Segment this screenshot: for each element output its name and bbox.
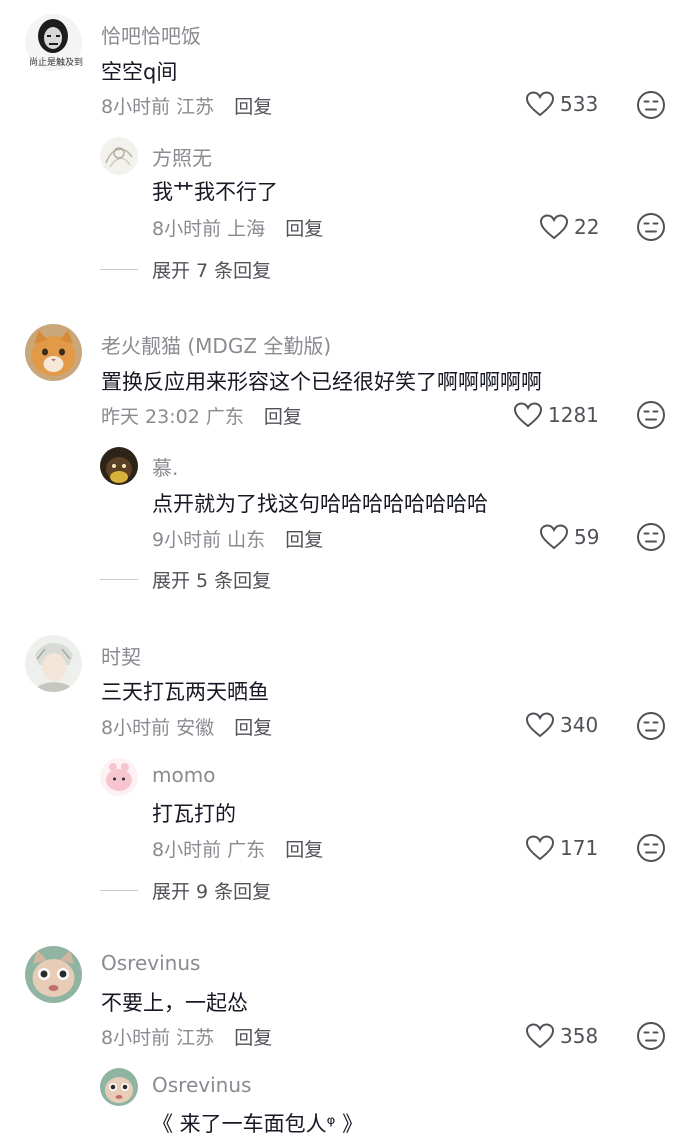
reply-button[interactable]: 回复 xyxy=(285,529,323,551)
comment-location: 山东 xyxy=(227,529,266,551)
reply-button[interactable]: 回复 xyxy=(234,1027,272,1049)
orange-cat-avatar[interactable] xyxy=(25,324,82,381)
pink-blob-avatar[interactable] xyxy=(100,758,138,796)
like-count: 533 xyxy=(560,92,599,116)
neutral-face-icon xyxy=(637,213,665,241)
heart-icon xyxy=(526,712,554,738)
comment-meta: 8小时前 广东 回复 xyxy=(152,835,323,862)
comment-meta: 昨天 23:02 广东 回复 xyxy=(101,402,302,429)
comment-text: 不要上，一起怂 xyxy=(101,991,248,1015)
comment-location: 江苏 xyxy=(176,96,215,118)
neutral-face-icon xyxy=(637,523,665,551)
comment-time: 8小时前 xyxy=(101,96,171,118)
username[interactable]: Osrevinus xyxy=(101,951,200,975)
expand-replies-button[interactable]: 展开 7 条回复 xyxy=(100,256,271,283)
neutral-face-icon xyxy=(637,712,665,740)
comment-meta: 8小时前 安徽 回复 xyxy=(101,713,272,740)
reply-button[interactable]: 回复 xyxy=(264,406,302,428)
comment-text: 空空q间 xyxy=(101,60,178,84)
comment-time: 9小时前 xyxy=(152,529,222,551)
dislike-button[interactable] xyxy=(636,833,666,863)
expand-replies-label: 展开 7 条回复 xyxy=(152,260,272,282)
comment-meta: 8小时前 江苏 回复 xyxy=(101,1023,272,1050)
reply-button[interactable]: 回复 xyxy=(234,96,272,118)
cartoon-cat-avatar[interactable] xyxy=(100,1068,138,1106)
divider-line xyxy=(100,890,138,891)
dark-creature-avatar[interactable] xyxy=(100,447,138,485)
username[interactable]: 老火靓猫 (MDGZ 全勤版) xyxy=(101,330,331,359)
expand-replies-button[interactable]: 展开 9 条回复 xyxy=(100,877,271,904)
like-button[interactable]: 1281 xyxy=(514,402,599,428)
like-count: 171 xyxy=(560,836,599,860)
like-count: 358 xyxy=(560,1024,599,1048)
dislike-button[interactable] xyxy=(636,1021,666,1051)
like-count: 340 xyxy=(560,713,599,737)
comment-location: 广东 xyxy=(227,839,266,861)
like-count: 1281 xyxy=(548,403,599,427)
divider-line xyxy=(100,579,138,580)
username[interactable]: 方照无 xyxy=(152,142,212,171)
comment-location: 广东 xyxy=(205,406,244,428)
like-button[interactable]: 59 xyxy=(540,524,599,550)
heart-icon xyxy=(514,402,542,428)
dislike-button[interactable] xyxy=(636,212,666,242)
anime-character-avatar[interactable] xyxy=(25,635,82,692)
like-button[interactable]: 533 xyxy=(526,91,598,117)
comment-time: 昨天 23:02 xyxy=(101,406,200,428)
dislike-button[interactable] xyxy=(636,400,666,430)
dislike-button[interactable] xyxy=(636,711,666,741)
comment-text: 三天打瓦两天晒鱼 xyxy=(101,680,269,704)
username[interactable]: 恰吧恰吧饭 xyxy=(101,20,201,49)
like-button[interactable]: 22 xyxy=(540,214,599,240)
comment-time: 8小时前 xyxy=(152,218,222,240)
neutral-face-icon xyxy=(637,91,665,119)
comment-location: 上海 xyxy=(227,218,266,240)
comment-text: 置换反应用来形容这个已经很好笑了啊啊啊啊啊 xyxy=(101,370,542,394)
comment-text: 点开就为了找这句哈哈哈哈哈哈哈哈 xyxy=(152,492,488,516)
comment-time: 8小时前 xyxy=(152,839,222,861)
username[interactable]: Osrevinus xyxy=(152,1073,251,1097)
comment-meta: 9小时前 山东 回复 xyxy=(152,525,323,552)
expand-replies-label: 展开 5 条回复 xyxy=(152,570,272,592)
expand-replies-label: 展开 9 条回复 xyxy=(152,881,272,903)
sketch-avatar[interactable] xyxy=(100,137,138,175)
comment-text: 打瓦打的 xyxy=(152,802,236,826)
like-count: 59 xyxy=(574,525,600,549)
dislike-button[interactable] xyxy=(636,90,666,120)
neutral-face-icon xyxy=(637,1022,665,1050)
cartoon-cat-avatar[interactable] xyxy=(25,946,82,1003)
like-count: 22 xyxy=(574,215,600,239)
reply-button[interactable]: 回复 xyxy=(234,717,272,739)
like-button[interactable]: 171 xyxy=(526,835,598,861)
comment-location: 安徽 xyxy=(176,717,215,739)
avatar-caption: 尚止是触及到 xyxy=(29,58,84,68)
heart-icon xyxy=(526,91,554,117)
comment-meta: 8小时前 江苏 回复 xyxy=(101,92,272,119)
reply-button[interactable]: 回复 xyxy=(285,839,323,861)
username[interactable]: 慕. xyxy=(152,452,178,481)
divider-line xyxy=(100,269,138,270)
dislike-button[interactable] xyxy=(636,522,666,552)
heart-icon xyxy=(540,214,568,240)
comment-meta: 8小时前 上海 回复 xyxy=(152,214,323,241)
comment-location: 江苏 xyxy=(176,1027,215,1049)
neutral-face-icon xyxy=(637,834,665,862)
heart-icon xyxy=(526,835,554,861)
expand-replies-button[interactable]: 展开 5 条回复 xyxy=(100,566,271,593)
username[interactable]: 时契 xyxy=(101,641,141,670)
heart-icon xyxy=(526,1023,554,1049)
neutral-face-icon xyxy=(637,401,665,429)
heart-icon xyxy=(540,524,568,550)
like-button[interactable]: 358 xyxy=(526,1023,598,1049)
comment-time: 8小时前 xyxy=(101,1027,171,1049)
username[interactable]: momo xyxy=(152,763,215,787)
reply-button[interactable]: 回复 xyxy=(285,218,323,240)
comment-text: 我艹我不行了 xyxy=(152,180,278,204)
comment-time: 8小时前 xyxy=(101,717,171,739)
comment-text: 《 来了一车面包人ᵠ 》 xyxy=(152,1112,364,1136)
like-button[interactable]: 340 xyxy=(526,712,598,738)
